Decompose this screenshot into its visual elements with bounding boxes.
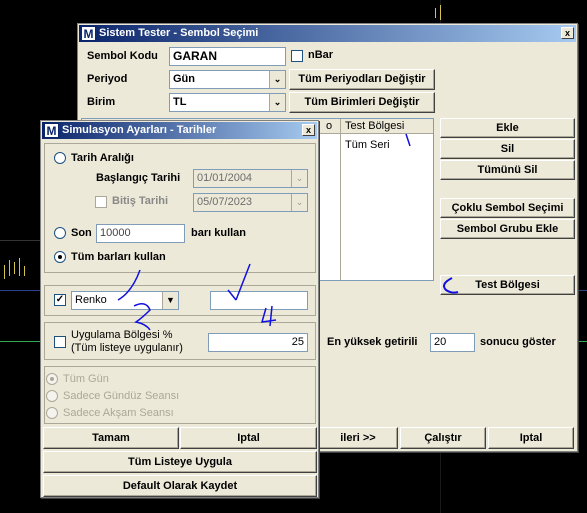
tamam-button[interactable]: Tamam (43, 427, 179, 449)
main-titlebar: M Sistem Tester - Sembol Seçimi x (79, 25, 576, 42)
sembol-label: Sembol Kodu (87, 50, 158, 62)
nbar-label: nBar (308, 49, 334, 61)
baslangic-label: Başlangıç Tarihi (96, 172, 181, 184)
coklu-sembol-button[interactable]: Çoklu Sembol Seçimi (440, 198, 575, 218)
sim-titlebar: M Simulasyon Ayarları - Tarihler x (42, 122, 317, 139)
chart-bar (4, 265, 5, 279)
grid-header-test-bolgesi: Test Bölgesi (345, 120, 405, 132)
ileri-button[interactable]: ileri >> (318, 427, 398, 449)
tum-periyod-button[interactable]: Tüm Periyodları Değiştir (289, 69, 435, 90)
tumunu-sil-button[interactable]: Tümünü Sil (440, 160, 575, 180)
bari-kullan-label: barı kullan (191, 227, 247, 239)
chevron-down-icon[interactable]: ⌄ (269, 71, 285, 88)
periyod-select[interactable]: Gün ⌄ (169, 70, 286, 89)
periyod-value: Gün (173, 73, 195, 85)
tum-barlari-label: Tüm barları kullan (71, 251, 166, 263)
sembol-input[interactable]: GARAN (169, 47, 286, 66)
son-input[interactable]: 10000 (96, 224, 185, 243)
close-icon[interactable]: x (302, 124, 315, 136)
chevron-down-icon[interactable]: ⌄ (269, 94, 285, 111)
tarih-araligi-radio[interactable] (54, 152, 66, 164)
baslangic-date[interactable]: 01/01/2004 ⌄ (193, 169, 308, 188)
test-bolgesi-button[interactable]: Test Bölgesi (440, 275, 575, 295)
iptal-sim-button[interactable]: Iptal (180, 427, 317, 449)
chart-bar (14, 262, 15, 274)
tum-gun-radio[interactable] (46, 373, 58, 385)
app-logo-icon: M (81, 26, 96, 41)
periyod-label: Periyod (87, 73, 128, 85)
grid-header-partial: o (326, 120, 333, 132)
gunduz-label: Sadece Gündüz Seansı (63, 390, 180, 402)
default-kaydet-button[interactable]: Default Olarak Kaydet (43, 475, 317, 497)
bitis-value: 05/07/2023 (197, 196, 253, 208)
grid-col-divider (340, 119, 341, 280)
birim-label: Birim (87, 96, 116, 108)
uygulama-sublabel: (Tüm listeye uygulanır) (71, 342, 183, 354)
uygulama-checkbox[interactable] (54, 336, 66, 348)
close-icon[interactable]: x (561, 27, 574, 39)
bitis-label: Bitiş Tarihi (112, 195, 169, 207)
chevron-down-icon[interactable]: ⌄ (291, 194, 307, 211)
uygulama-label: Uygulama Bölgesi % (71, 329, 173, 341)
tarih-araligi-label: Tarih Aralığı (71, 152, 134, 164)
sembol-grubu-button[interactable]: Sembol Grubu Ekle (440, 219, 575, 239)
app-logo-icon: M (44, 123, 59, 138)
chart-bar (19, 258, 20, 276)
sonucu-label: sonucu göster (480, 336, 556, 348)
gunduz-radio[interactable] (46, 390, 58, 402)
main-title: Sistem Tester - Sembol Seçimi (99, 27, 259, 39)
birim-value: TL (173, 96, 187, 108)
renko-select[interactable]: Renko ▼ (71, 291, 179, 310)
tum-barlari-radio[interactable] (54, 251, 66, 263)
simulasyon-window: M Simulasyon Ayarları - Tarihler x Tarih… (40, 120, 319, 498)
chart-bar (435, 8, 436, 18)
chevron-down-icon[interactable]: ⌄ (291, 170, 307, 187)
calistir-button[interactable]: Çalıştır (400, 427, 486, 449)
chart-bar (9, 260, 10, 276)
baslangic-value: 01/01/2004 (197, 172, 253, 184)
birim-select[interactable]: TL ⌄ (169, 93, 286, 112)
tum-birim-button[interactable]: Tüm Birimleri Değiştir (289, 92, 435, 113)
renko-value: Renko (75, 294, 107, 306)
tum-gun-label: Tüm Gün (63, 373, 109, 385)
bitis-checkbox[interactable] (95, 196, 107, 208)
ekle-button[interactable]: Ekle (440, 118, 575, 138)
iptal-main-button[interactable]: Iptal (488, 427, 574, 449)
aksam-radio[interactable] (46, 407, 58, 419)
renko-param-input[interactable] (210, 291, 308, 310)
aksam-label: Sadece Akşam Seansı (63, 407, 174, 419)
chevron-down-icon[interactable]: ▼ (162, 292, 178, 309)
chart-bar (440, 5, 441, 20)
son-label: Son (71, 227, 92, 239)
chart-bar (24, 266, 25, 276)
uygulama-input[interactable]: 25 (208, 333, 308, 352)
grid-cell-tum-seri[interactable]: Tüm Seri (345, 139, 390, 151)
en-yuksek-input[interactable]: 20 (430, 333, 475, 352)
son-radio[interactable] (54, 227, 66, 239)
en-yuksek-label: En yüksek getirili (327, 336, 418, 348)
sil-button[interactable]: Sil (440, 139, 575, 159)
bitis-date[interactable]: 05/07/2023 ⌄ (193, 193, 308, 212)
renko-checkbox[interactable]: ✓ (54, 294, 66, 306)
sim-title: Simulasyon Ayarları - Tarihler (62, 124, 217, 136)
tum-listeye-button[interactable]: Tüm Listeye Uygula (43, 451, 317, 473)
nbar-checkbox[interactable] (291, 50, 303, 62)
